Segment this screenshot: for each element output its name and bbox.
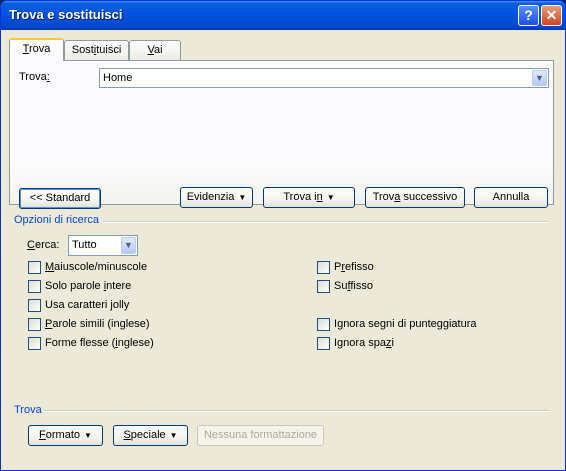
search-scope-label-text: erca:: [34, 239, 60, 251]
tab-find-label-rest: rova: [28, 43, 51, 55]
close-button[interactable]: ✕: [541, 5, 562, 26]
caret-down-icon: ▼: [326, 193, 335, 202]
find-next-button[interactable]: Trova successivo: [365, 187, 465, 208]
ignore-punctuation-label[interactable]: Ignora segni di punteggiatura: [334, 318, 477, 330]
no-formatting-button[interactable]: Nessuna formattazione: [197, 425, 324, 446]
word-forms-label[interactable]: Forme flesse (inglese): [45, 337, 154, 349]
chevron-down-icon[interactable]: ▼: [121, 237, 136, 254]
tab-goto-label-rest: ai: [153, 44, 163, 56]
ignore-spaces-checkbox[interactable]: [317, 337, 330, 350]
label-pre: Usa caratteri: [45, 299, 111, 311]
match-case-checkbox[interactable]: [28, 261, 41, 274]
help-button[interactable]: ?: [518, 5, 539, 26]
dialog-client: Trova Sostituisci Vai Trova: Home ▼ << S…: [4, 30, 562, 468]
format-accel: F: [39, 429, 46, 441]
label-pre: Su: [334, 280, 348, 292]
match-suffix-label[interactable]: Suffisso: [334, 280, 373, 292]
label-pre: Forme flesse (: [45, 337, 116, 349]
find-in-button[interactable]: Trova in ▼: [263, 187, 355, 208]
find-label-text: Trova: [19, 71, 47, 83]
highlight-label: Evidenzia: [186, 191, 235, 203]
search-scope-accel: C: [27, 239, 35, 251]
tab-replace[interactable]: Sostituisci: [64, 40, 129, 60]
title-bar[interactable]: Trova e sostituisci ? ✕: [1, 1, 565, 30]
label-pre: Solo parole: [45, 280, 104, 292]
label-post: i: [391, 337, 394, 349]
ignore-punctuation-checkbox[interactable]: [317, 318, 330, 331]
chevron-down-icon[interactable]: ▼: [532, 70, 547, 86]
match-suffix-checkbox[interactable]: [317, 280, 330, 293]
label-post: ntere: [106, 280, 132, 292]
whole-words-checkbox[interactable]: [28, 280, 41, 293]
search-options-divider: [104, 221, 549, 223]
find-in-label: Trova i: [283, 191, 317, 203]
tab-replace-label: Sost: [71, 44, 94, 56]
special-button[interactable]: Speciale ▼: [113, 425, 188, 446]
find-footer-divider: [44, 410, 549, 412]
tab-replace-label-rest: tuisci: [96, 44, 122, 56]
search-scope-label: Cerca:: [27, 239, 59, 251]
special-label: peciale: [130, 429, 166, 441]
match-prefix-label[interactable]: Prefisso: [334, 261, 374, 273]
find-label: Trova:: [19, 71, 50, 83]
label-post: fisso: [350, 280, 373, 292]
find-label-accel: :: [46, 71, 50, 83]
caret-down-icon: ▼: [84, 431, 92, 440]
search-scope-value: Tutto: [72, 239, 97, 251]
special-accel: S: [123, 429, 131, 441]
find-next-label-rest: successivo: [400, 191, 458, 203]
label-post: nglese): [117, 337, 154, 349]
window-title: Trova e sostituisci: [9, 7, 123, 22]
sounds-like-checkbox[interactable]: [28, 318, 41, 331]
find-replace-dialog: Trova e sostituisci ? ✕ Trova Sostituisc…: [0, 0, 566, 471]
whole-words-label[interactable]: Solo parole intere: [45, 280, 131, 292]
standard-button[interactable]: << Standard: [19, 188, 101, 209]
find-tab-panel: Trova: Home ▼ << Standard: [9, 60, 554, 209]
label-post: arole simili (inglese): [52, 318, 150, 330]
match-case-label[interactable]: Maiuscole/minuscole: [45, 261, 147, 273]
find-input[interactable]: Home ▼: [99, 68, 549, 88]
wildcards-checkbox[interactable]: [28, 299, 41, 312]
format-label: ormato: [45, 429, 81, 441]
find-footer-heading: Trova: [14, 404, 42, 416]
ignore-spaces-label[interactable]: Ignora spazi: [334, 337, 394, 349]
search-options-heading: Opzioni di ricerca: [14, 214, 99, 226]
match-prefix-checkbox[interactable]: [317, 261, 330, 274]
word-forms-checkbox[interactable]: [28, 337, 41, 350]
tab-find[interactable]: Trova: [9, 38, 64, 61]
find-next-label: Trov: [372, 191, 395, 203]
label-post: olly: [112, 299, 130, 311]
caret-down-icon: ▼: [238, 193, 247, 202]
wildcards-label[interactable]: Usa caratteri jolly: [45, 299, 129, 311]
find-in-accel: n: [316, 191, 323, 203]
label-accel: M: [45, 261, 55, 273]
highlight-button[interactable]: Evidenzia ▼: [180, 187, 253, 208]
label-post: aiuscole/minuscole: [54, 261, 148, 273]
search-scope-select[interactable]: Tutto ▼: [68, 235, 138, 256]
sounds-like-label[interactable]: Parole simili (inglese): [45, 318, 150, 330]
label-post: efisso: [345, 261, 374, 273]
format-button[interactable]: Formato ▼: [28, 425, 103, 446]
label-post: nora segni di punteggiatura: [343, 318, 477, 330]
find-input-value: Home: [103, 72, 133, 84]
cancel-button[interactable]: Annulla: [474, 187, 548, 208]
label-pre: Ignora spa: [334, 337, 386, 349]
caret-down-icon: ▼: [169, 431, 178, 440]
tab-goto[interactable]: Vai: [129, 40, 181, 60]
